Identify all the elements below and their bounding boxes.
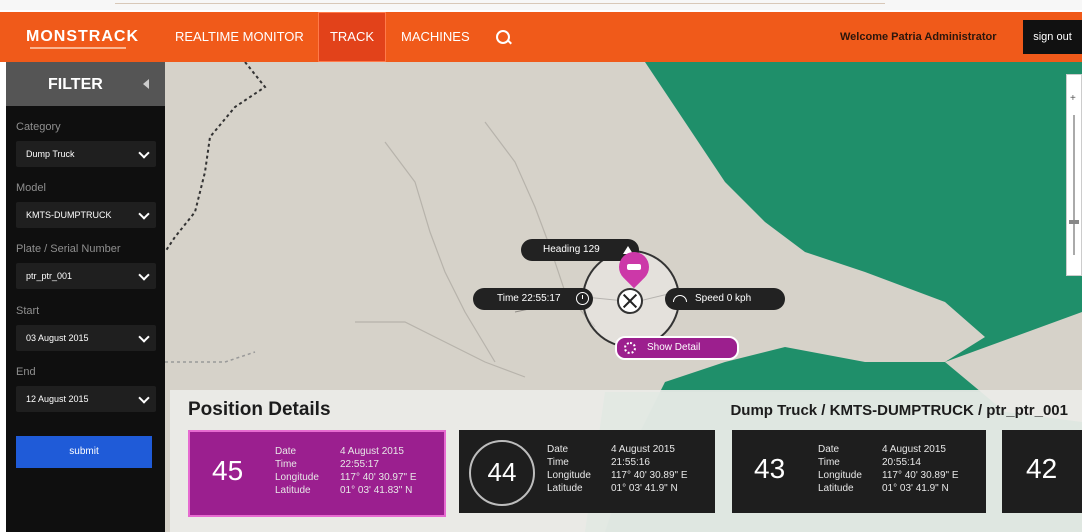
zoom-in-icon[interactable]: +: [1070, 93, 1076, 104]
plate-value: ptr_ptr_001: [26, 271, 73, 281]
latitude-key: Latitude: [547, 483, 583, 494]
chevron-down-icon: [138, 147, 150, 159]
clock-icon: [576, 292, 589, 305]
zoom-track: [1073, 115, 1075, 255]
browser-top-strip: [0, 0, 1082, 10]
position-number-ring: 44: [469, 440, 535, 506]
date-key: Date: [818, 444, 840, 455]
nav-machines[interactable]: MACHINES: [401, 12, 470, 62]
time-value: 22:55:17: [340, 459, 379, 470]
time-pill: Time 22:55:17: [473, 288, 593, 310]
longitude-key: Longitude: [818, 470, 862, 481]
position-details-panel: Position Details Dump Truck / KMTS-DUMPT…: [170, 390, 1082, 532]
longitude-value: 117° 40' 30.97" E: [340, 472, 417, 483]
collapse-icon[interactable]: [143, 79, 149, 89]
filter-title: FILTER: [48, 76, 103, 93]
time-key: Time: [275, 459, 297, 470]
latitude-value: 01° 03' 41.9" N: [882, 483, 949, 494]
boundary-line: [165, 62, 267, 253]
zoom-control[interactable]: +: [1066, 74, 1082, 276]
end-value: 12 August 2015: [26, 394, 89, 404]
date-value: 4 August 2015: [340, 446, 404, 457]
position-number: 45: [212, 455, 244, 486]
longitude-key: Longitude: [547, 470, 591, 481]
model-label: Model: [16, 182, 46, 194]
start-label: Start: [16, 305, 40, 317]
speedometer-icon: [673, 295, 687, 302]
position-number: 43: [754, 453, 786, 484]
category-label: Category: [16, 121, 61, 133]
truck-icon: [627, 264, 641, 270]
start-select[interactable]: 03 August 2015: [16, 325, 156, 351]
position-card[interactable]: 42: [1002, 430, 1082, 513]
end-select[interactable]: 12 August 2015: [16, 386, 156, 412]
position-card[interactable]: 45 Date Time Longitude Latitude 4 August…: [188, 430, 446, 517]
logo-underline: [30, 47, 126, 49]
close-icon[interactable]: [617, 288, 643, 314]
time-text: Time 22:55:17: [497, 293, 561, 304]
date-key: Date: [275, 446, 297, 457]
nav-track[interactable]: TRACK: [318, 12, 386, 62]
heading-text: Heading 129: [543, 244, 600, 255]
latitude-key: Latitude: [275, 485, 311, 496]
river-line: [384, 141, 496, 363]
filter-header: FILTER: [6, 62, 165, 106]
latitude-value: 01° 03' 41.83" N: [340, 485, 413, 496]
time-key: Time: [547, 457, 569, 468]
longitude-value: 117° 40' 30.89" E: [882, 470, 959, 481]
time-key: Time: [818, 457, 840, 468]
latitude-value: 01° 03' 41.9" N: [611, 483, 678, 494]
speed-text: Speed 0 kph: [695, 293, 752, 304]
search-icon[interactable]: [496, 30, 510, 44]
plate-select[interactable]: ptr_ptr_001: [16, 263, 156, 289]
logo: MONSTRACK: [26, 28, 139, 45]
boundary-line: [165, 351, 256, 363]
filter-sidebar: FILTER Category Dump Truck Model KMTS-DU…: [6, 62, 165, 532]
end-label: End: [16, 366, 36, 378]
category-value: Dump Truck: [26, 149, 75, 159]
panel-title: Position Details: [188, 399, 331, 420]
time-value: 20:55:14: [882, 457, 921, 468]
chevron-down-icon: [138, 331, 150, 343]
model-value: KMTS-DUMPTRUCK: [26, 210, 112, 220]
category-select[interactable]: Dump Truck: [16, 141, 156, 167]
zoom-knob[interactable]: [1069, 220, 1079, 224]
chevron-down-icon: [138, 208, 150, 220]
speed-pill: Speed 0 kph: [665, 288, 785, 310]
position-number: 44: [487, 457, 517, 487]
river-line: [355, 321, 526, 378]
submit-button[interactable]: submit: [16, 436, 152, 468]
chevron-down-icon: [138, 269, 150, 281]
position-card[interactable]: 44 Date Time Longitude Latitude 4 August…: [459, 430, 715, 513]
date-value: 4 August 2015: [611, 444, 675, 455]
model-select[interactable]: KMTS-DUMPTRUCK: [16, 202, 156, 228]
latitude-key: Latitude: [818, 483, 854, 494]
nav-realtime-monitor[interactable]: REALTIME MONITOR: [175, 12, 304, 62]
show-detail-label: Show Detail: [647, 342, 701, 353]
show-detail-button[interactable]: Show Detail: [615, 336, 739, 360]
date-key: Date: [547, 444, 569, 455]
machine-path: Dump Truck / KMTS-DUMPTRUCK / ptr_ptr_00…: [730, 402, 1068, 419]
welcome-text: Welcome Patria Administrator: [840, 31, 997, 43]
sign-out-button[interactable]: sign out: [1023, 20, 1082, 54]
gear-icon: [624, 342, 636, 354]
plate-label: Plate / Serial Number: [16, 243, 121, 255]
chevron-down-icon: [138, 392, 150, 404]
longitude-key: Longitude: [275, 472, 319, 483]
time-value: 21:55:16: [611, 457, 650, 468]
position-card[interactable]: 43 Date Time Longitude Latitude 4 August…: [732, 430, 986, 513]
app-header: MONSTRACK REALTIME MONITOR TRACK MACHINE…: [0, 12, 1082, 62]
start-value: 03 August 2015: [26, 333, 89, 343]
longitude-value: 117° 40' 30.89" E: [611, 470, 688, 481]
position-number: 42: [1026, 453, 1058, 484]
date-value: 4 August 2015: [882, 444, 946, 455]
